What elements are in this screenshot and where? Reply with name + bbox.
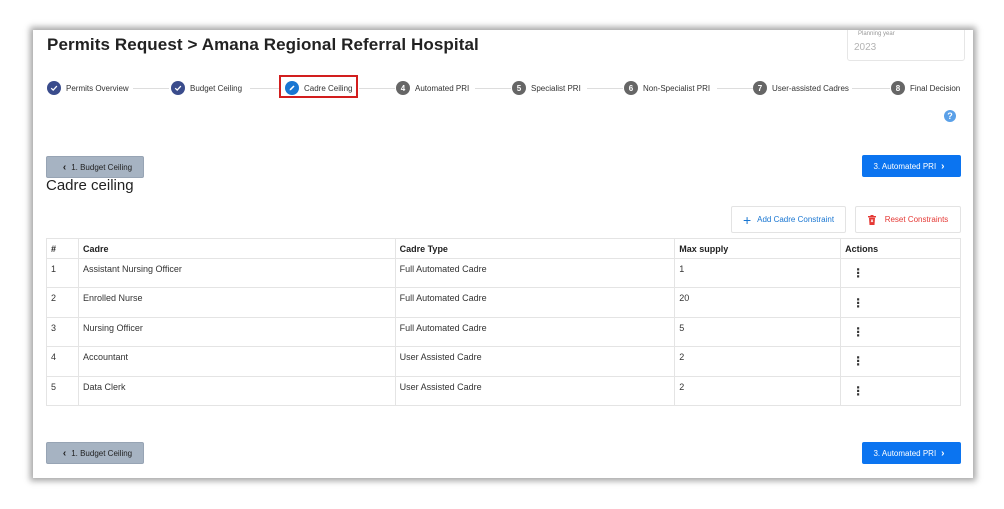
chevron-right-icon: ›: [941, 160, 945, 172]
step-budget-ceiling[interactable]: Budget Ceiling: [171, 79, 242, 97]
step-number: 4: [396, 81, 410, 95]
step-permits-overview[interactable]: Permits Overview: [47, 79, 129, 97]
table-row: 5 Data Clerk User Assisted Cadre 2 ⋮: [46, 375, 961, 406]
row-number: 5: [46, 375, 79, 406]
reset-button-label: Reset Constraints: [884, 215, 949, 224]
planning-year-field[interactable]: Planning year 2023: [847, 30, 965, 61]
help-icon[interactable]: ?: [944, 110, 956, 122]
section-title: Cadre ceiling: [46, 177, 134, 194]
step-connector: [852, 88, 890, 89]
step-number: 8: [891, 81, 905, 95]
column-header: Cadre Type: [394, 238, 676, 259]
back-button-label: 1. Budget Ceiling: [71, 448, 133, 458]
max-supply-cell: 1: [674, 257, 842, 289]
step-connector: [133, 88, 169, 89]
planning-year-value: 2023: [854, 42, 877, 53]
max-supply-cell: 5: [674, 316, 842, 348]
check-icon: [171, 81, 185, 95]
actions-cell: ⋮: [840, 346, 961, 377]
table-row: 1 Assistant Nursing Officer Full Automat…: [46, 257, 961, 289]
trash-icon: [867, 214, 876, 225]
chevron-left-icon: ‹: [62, 161, 67, 173]
actions-cell: ⋮: [840, 316, 961, 348]
row-number: 2: [46, 287, 79, 318]
step-label: Final Decision: [910, 83, 961, 93]
cadre-type-cell: User Assisted Cadre: [394, 375, 676, 406]
step-connector: [475, 88, 511, 89]
max-supply-cell: 2: [674, 346, 842, 377]
table-header-row: # Cadre Cadre Type Max supply Actions: [46, 238, 961, 259]
table-row: 4 Accountant User Assisted Cadre 2 ⋮: [46, 346, 961, 377]
more-options-icon[interactable]: ⋮: [845, 296, 864, 310]
page-title: Permits Request > Amana Regional Referra…: [47, 35, 479, 54]
next-button-bottom[interactable]: 3. Automated PRI ›: [862, 442, 961, 464]
next-button-label: 3. Automated PRI: [873, 448, 937, 458]
add-button-label: Add Cadre Constraint: [757, 215, 835, 224]
chevron-right-icon: ›: [941, 447, 945, 459]
step-label: Budget Ceiling: [190, 83, 243, 93]
row-number: 4: [46, 346, 79, 377]
cadre-type-cell: User Assisted Cadre: [394, 346, 676, 377]
step-number: 5: [512, 81, 526, 95]
column-header: #: [46, 238, 79, 259]
step-label: Automated PRI: [415, 83, 470, 93]
cadre-table: # Cadre Cadre Type Max supply Actions 1 …: [46, 238, 961, 406]
main-panel: Permits Request > Amana Regional Referra…: [33, 30, 973, 478]
column-header: Max supply: [674, 238, 842, 259]
more-options-icon[interactable]: ⋮: [845, 354, 864, 368]
cadre-type-cell: Full Automated Cadre: [394, 257, 676, 289]
planning-year-label: Planning year: [858, 31, 895, 37]
cadre-cell: Assistant Nursing Officer: [77, 257, 396, 289]
step-automated-pri[interactable]: 4 Automated PRI: [396, 79, 469, 97]
plus-icon: +: [742, 211, 752, 228]
cadre-type-cell: Full Automated Cadre: [394, 287, 676, 318]
add-cadre-constraint-button[interactable]: + Add Cadre Constraint: [731, 206, 846, 233]
back-button[interactable]: ‹ 1. Budget Ceiling: [46, 156, 144, 178]
step-connector: [587, 88, 623, 89]
step-connector: [250, 88, 279, 89]
step-connector: [359, 88, 395, 89]
column-header: Cadre: [77, 238, 396, 259]
chevron-left-icon: ‹: [62, 447, 67, 459]
next-button[interactable]: 3. Automated PRI ›: [862, 155, 961, 177]
column-header: Actions: [840, 238, 961, 259]
more-options-icon[interactable]: ⋮: [845, 266, 864, 280]
row-number: 1: [46, 257, 79, 289]
row-number: 3: [46, 316, 79, 348]
more-options-icon[interactable]: ⋮: [845, 325, 864, 339]
stepper: Permits Overview Budget Ceiling Cadre Ce…: [47, 79, 967, 97]
cadre-cell: Accountant: [77, 346, 396, 377]
step-label: Permits Overview: [66, 83, 129, 93]
check-icon: [47, 81, 61, 95]
actions-cell: ⋮: [840, 375, 961, 406]
next-button-label: 3. Automated PRI: [873, 161, 937, 171]
step-final-decision[interactable]: 8 Final Decision: [891, 79, 960, 97]
max-supply-cell: 2: [674, 375, 842, 406]
table-row: 3 Nursing Officer Full Automated Cadre 5…: [46, 316, 961, 348]
step-connector: [717, 88, 753, 89]
step-user-assisted-cadres[interactable]: 7 User-assisted Cadres: [753, 79, 849, 97]
step-non-specialist-pri[interactable]: 6 Non-Specialist PRI: [624, 79, 710, 97]
step-number: 7: [753, 81, 767, 95]
step-label: Specialist PRI: [531, 83, 581, 93]
cadre-cell: Enrolled Nurse: [77, 287, 396, 318]
more-options-icon[interactable]: ⋮: [845, 384, 864, 398]
step-specialist-pri[interactable]: 5 Specialist PRI: [512, 79, 581, 97]
step-number: 6: [624, 81, 638, 95]
table-row: 2 Enrolled Nurse Full Automated Cadre 20…: [46, 287, 961, 318]
actions-cell: ⋮: [840, 287, 961, 318]
back-button-bottom[interactable]: ‹ 1. Budget Ceiling: [46, 442, 144, 464]
active-step-highlight: [279, 75, 358, 98]
reset-constraints-button[interactable]: Reset Constraints: [855, 206, 961, 233]
cadre-cell: Data Clerk: [77, 375, 396, 406]
cadre-cell: Nursing Officer: [77, 316, 396, 348]
step-label: Non-Specialist PRI: [643, 83, 711, 93]
cadre-type-cell: Full Automated Cadre: [394, 316, 676, 348]
back-button-label: 1. Budget Ceiling: [71, 162, 133, 172]
step-label: User-assisted Cadres: [772, 83, 849, 93]
max-supply-cell: 20: [674, 287, 842, 318]
actions-cell: ⋮: [840, 257, 961, 289]
